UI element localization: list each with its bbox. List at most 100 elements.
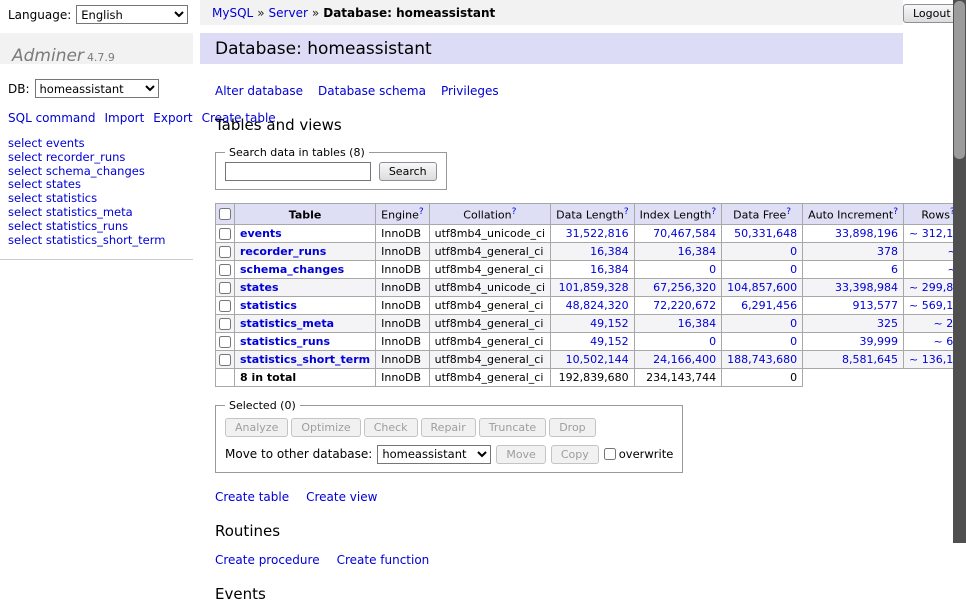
move-button[interactable]: Move: [496, 445, 546, 464]
doc-help-link[interactable]: ?: [893, 207, 898, 217]
doc-help-link[interactable]: ?: [512, 207, 517, 217]
table-operation-button[interactable]: Drop: [549, 418, 595, 437]
search-button[interactable]: Search: [379, 162, 437, 181]
row-checkbox[interactable]: [219, 354, 231, 366]
data-length-cell: 48,824,320: [551, 296, 634, 314]
sidebar-table-link[interactable]: select recorder_runs: [8, 151, 193, 164]
table-operation-button[interactable]: Analyze: [225, 418, 288, 437]
data-length-link[interactable]: 48,824,320: [566, 299, 629, 312]
data-length-link[interactable]: 10,502,144: [566, 353, 629, 366]
doc-help-link[interactable]: ?: [419, 207, 424, 217]
move-db-select[interactable]: homeassistant: [377, 445, 491, 464]
table-operation-button[interactable]: Repair: [421, 418, 476, 437]
data-length-link[interactable]: 16,384: [590, 263, 629, 276]
table-name-link[interactable]: statistics_meta: [240, 317, 334, 330]
table-operation-button[interactable]: Optimize: [291, 418, 360, 437]
sidebar-action-link[interactable]: SQL command: [8, 111, 95, 125]
auto-increment-link[interactable]: 8,581,645: [842, 353, 898, 366]
breadcrumb-link-mysql[interactable]: MySQL: [212, 6, 253, 20]
table-name-cell: statistics_short_term: [235, 350, 376, 368]
table-name-link[interactable]: recorder_runs: [240, 245, 326, 258]
row-checkbox[interactable]: [219, 228, 231, 240]
row-checkbox[interactable]: [219, 318, 231, 330]
row-checkbox[interactable]: [219, 336, 231, 348]
doc-help-link[interactable]: ?: [786, 207, 791, 217]
db-select[interactable]: homeassistant: [35, 79, 159, 98]
sidebar-table-link[interactable]: select schema_changes: [8, 165, 193, 178]
row-checkbox[interactable]: [219, 300, 231, 312]
doc-help-link[interactable]: ?: [624, 207, 629, 217]
index-length-link[interactable]: 24,166,400: [653, 353, 716, 366]
sidebar-action-link[interactable]: Export: [153, 111, 192, 125]
data-length-link[interactable]: 49,152: [590, 317, 629, 330]
sidebar-table-link[interactable]: select states: [8, 178, 193, 191]
table-operation-button[interactable]: Check: [364, 418, 418, 437]
table-name-link[interactable]: events: [240, 227, 282, 240]
overwrite-label: overwrite: [619, 447, 674, 461]
app-name-link[interactable]: Adminer: [12, 46, 84, 66]
data-length-link[interactable]: 49,152: [590, 335, 629, 348]
index-length-link[interactable]: 16,384: [678, 245, 717, 258]
auto-increment-link[interactable]: 378: [877, 245, 898, 258]
data-length-link[interactable]: 31,522,816: [566, 227, 629, 240]
create-link[interactable]: Create view: [306, 490, 377, 504]
table-name-link[interactable]: schema_changes: [240, 263, 344, 276]
auto-increment-link[interactable]: 6: [891, 263, 898, 276]
table-operation-button[interactable]: Truncate: [479, 418, 546, 437]
data-free-link[interactable]: 188,743,680: [727, 353, 797, 366]
table-name-link[interactable]: statistics_short_term: [240, 353, 370, 366]
index-length-link[interactable]: 67,256,320: [653, 281, 716, 294]
data-free-link[interactable]: 0: [790, 263, 797, 276]
auto-increment-link[interactable]: 33,398,984: [835, 281, 898, 294]
data-length-link[interactable]: 101,859,328: [559, 281, 629, 294]
row-checkbox[interactable]: [219, 246, 231, 258]
auto-increment-link[interactable]: 325: [877, 317, 898, 330]
sidebar-table-link[interactable]: select statistics: [8, 192, 193, 205]
table-name-link[interactable]: statistics_runs: [240, 335, 330, 348]
data-free-link[interactable]: 0: [790, 317, 797, 330]
sidebar-table-link[interactable]: select statistics_runs: [8, 220, 193, 233]
create-link[interactable]: Create table: [215, 490, 289, 504]
copy-button[interactable]: Copy: [551, 445, 599, 464]
auto-increment-link[interactable]: 39,999: [860, 335, 899, 348]
row-checkbox[interactable]: [219, 282, 231, 294]
sidebar-table-link[interactable]: select events: [8, 137, 193, 150]
select-all-checkbox[interactable]: [219, 208, 231, 220]
doc-help-sup: ?: [512, 206, 517, 217]
index-length-cell: 16,384: [634, 242, 722, 260]
row-checkbox[interactable]: [219, 264, 231, 276]
language-select[interactable]: English: [76, 5, 188, 24]
table-name-link[interactable]: states: [240, 281, 279, 294]
data-length-link[interactable]: 16,384: [590, 245, 629, 258]
db-label: DB:: [8, 82, 30, 96]
database-action-link[interactable]: Database schema: [318, 84, 426, 98]
database-action-link[interactable]: Privileges: [441, 84, 499, 98]
sidebar-table-link[interactable]: select statistics_short_term: [8, 234, 193, 247]
data-free-link[interactable]: 6,291,456: [741, 299, 797, 312]
data-free-link[interactable]: 0: [790, 245, 797, 258]
index-length-link[interactable]: 72,220,672: [653, 299, 716, 312]
vertical-scrollbar[interactable]: [953, 0, 966, 543]
database-action-link[interactable]: Alter database: [215, 84, 303, 98]
sidebar-table-link[interactable]: select statistics_meta: [8, 206, 193, 219]
table-name-link[interactable]: statistics: [240, 299, 297, 312]
index-length-cell: 24,166,400: [634, 350, 722, 368]
routine-create-link[interactable]: Create function: [337, 553, 430, 567]
doc-help-link[interactable]: ?: [711, 207, 716, 217]
breadcrumb-link-server[interactable]: Server: [269, 6, 308, 20]
index-length-link[interactable]: 0: [709, 263, 716, 276]
index-length-link[interactable]: 70,467,584: [653, 227, 716, 240]
collation-cell: utf8mb4_unicode_ci: [429, 278, 550, 296]
index-length-link[interactable]: 16,384: [678, 317, 717, 330]
search-input[interactable]: [225, 162, 371, 181]
data-free-link[interactable]: 104,857,600: [727, 281, 797, 294]
data-free-link[interactable]: 50,331,648: [734, 227, 797, 240]
sidebar-action-link[interactable]: Import: [104, 111, 144, 125]
routine-create-link[interactable]: Create procedure: [215, 553, 320, 567]
index-length-link[interactable]: 0: [709, 335, 716, 348]
overwrite-checkbox[interactable]: [604, 448, 616, 460]
scrollbar-thumb[interactable]: [954, 1, 965, 159]
auto-increment-link[interactable]: 913,577: [853, 299, 899, 312]
data-free-link[interactable]: 0: [790, 335, 797, 348]
auto-increment-link[interactable]: 33,898,196: [835, 227, 898, 240]
